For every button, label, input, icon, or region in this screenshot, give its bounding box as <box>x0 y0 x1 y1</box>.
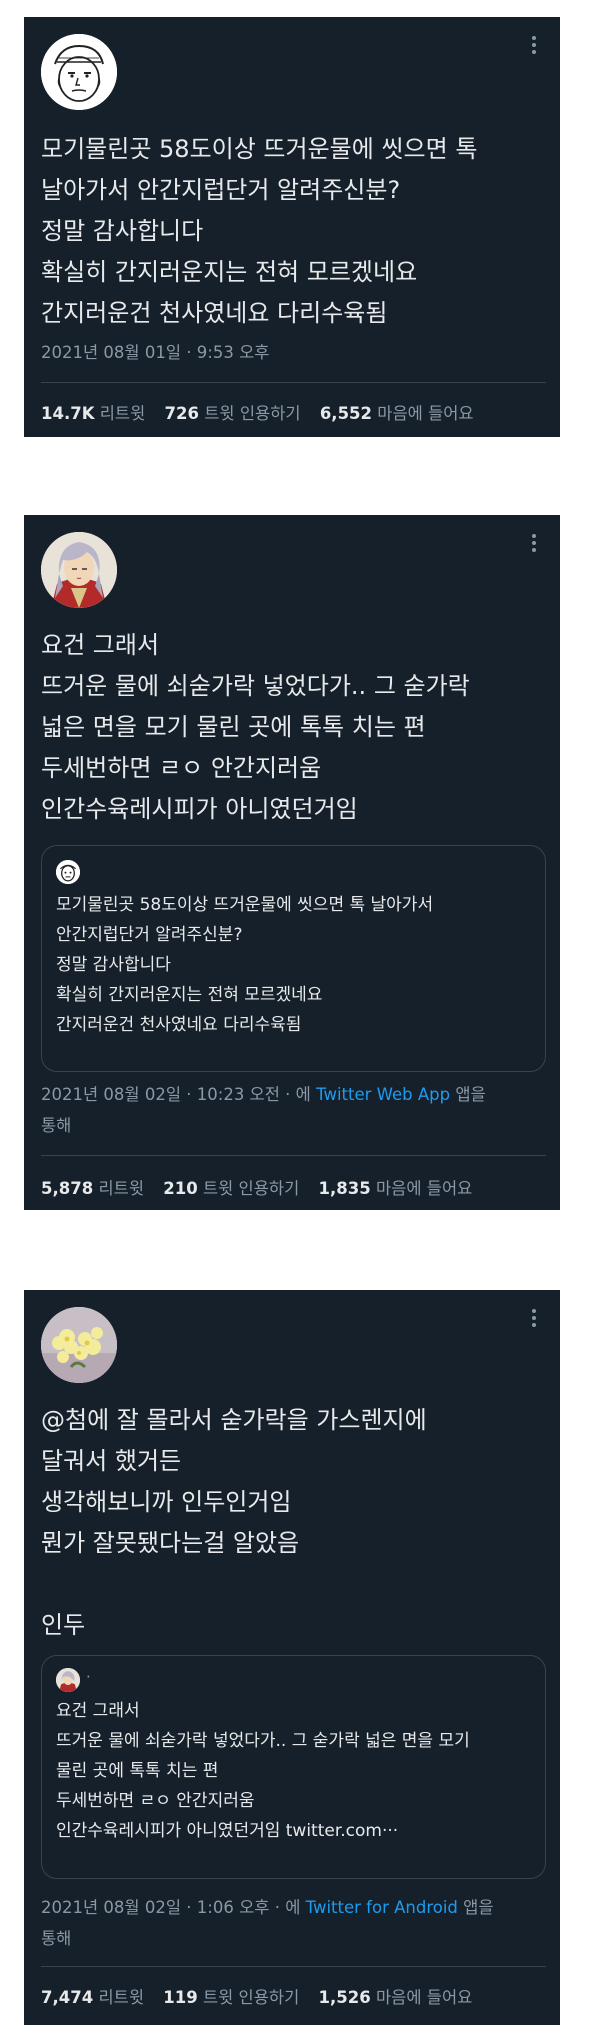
more-options-icon[interactable] <box>524 35 544 55</box>
quoted-line: 모기물린곳 58도이상 뜨거운물에 씻으면 톡 날아가서 <box>56 895 434 915</box>
quoted-tweet[interactable]: 모기물린곳 58도이상 뜨거운물에 씻으면 톡 날아가서 안간지럽단거 알려주신… <box>41 845 546 1072</box>
tweet-line: 생각해보니까 인두인거임 <box>41 1488 292 1516</box>
tweet-line: 간지러운건 천사였네요 다리수육됨 <box>41 299 388 327</box>
tweet-time[interactable]: 9:53 오후 <box>197 343 270 362</box>
tweet-line: @첨에 잘 몰라서 숟가락을 가스렌지에 <box>41 1406 427 1434</box>
tweet-line: 정말 감사합니다 <box>41 217 204 245</box>
quoted-avatar-sketch-face <box>56 860 80 884</box>
quoted-line: 안간지럽단거 알려주신분? <box>56 925 243 945</box>
quoted-line: 정말 감사합니다 <box>56 955 171 975</box>
anime-character-icon <box>56 1668 80 1692</box>
via-prefix: 에 <box>285 1898 301 1917</box>
quoted-author-dot: · <box>86 1668 91 1686</box>
tweet-timestamp: 2021년 08월 01일 · 9:53 오후 <box>41 343 270 362</box>
more-options-icon[interactable] <box>524 1308 544 1328</box>
avatar-flowers[interactable] <box>41 1307 117 1383</box>
tweet-time[interactable]: 10:23 오전 <box>197 1085 280 1104</box>
tweet-text: 모기물린곳 58도이상 뜨거운물에 씻으면 톡 날아가서 안간지럽단거 알려주신… <box>41 129 546 334</box>
tweet-line: 뜨거운 물에 쇠숟가락 넣었다가.. 그 숟가락 <box>41 672 470 700</box>
quotes-stat[interactable]: 210 트윗 인용하기 <box>163 1179 299 1198</box>
yellow-flowers-icon <box>41 1307 117 1383</box>
tweet-line: 달궈서 했거든 <box>41 1447 182 1475</box>
via-suffix: 앱을 <box>455 1085 486 1104</box>
tweet-line: 두세번하면 ㄹㅇ 안간지러움 <box>41 754 322 782</box>
tweet-date[interactable]: 2021년 08월 01일 <box>41 343 181 362</box>
avatar-sketch-face[interactable] <box>41 34 117 110</box>
tweet-card-1: 모기물린곳 58도이상 뜨거운물에 씻으면 톡 날아가서 안간지럽단거 알려주신… <box>24 17 560 437</box>
quoted-text: 요건 그래서 뜨거운 물에 쇠숟가락 넣었다가.. 그 숟가락 넓은 면을 모기… <box>56 1696 535 1846</box>
quoted-line: 인간수육레시피가 아니였던거임 twitter.com··· <box>56 1821 399 1841</box>
tweet-stats: 14.7K 리트윗 726 트윗 인용하기 6,552 마음에 들어요 <box>41 400 546 424</box>
tweet-line: 날아가서 안간지럽단거 알려주신분? <box>41 176 401 204</box>
tweet-stats: 5,878 리트윗 210 트윗 인용하기 1,835 마음에 들어요 <box>41 1175 546 1199</box>
tweet-line: 뭔가 잘못됐다는걸 알았음 <box>41 1529 300 1557</box>
tweet-date[interactable]: 2021년 08월 02일 <box>41 1085 181 1104</box>
tweet-line: 모기물린곳 58도이상 뜨거운물에 씻으면 톡 <box>41 135 478 163</box>
tweet-date[interactable]: 2021년 08월 02일 <box>41 1898 181 1917</box>
via-line2: 통해 <box>41 1116 72 1135</box>
quoted-line: 물린 곳에 톡톡 치는 편 <box>56 1761 219 1781</box>
likes-stat[interactable]: 1,835 마음에 들어요 <box>319 1179 473 1198</box>
tweet-timestamp: 2021년 08월 02일 · 1:06 오후 · 에 Twitter for … <box>41 1892 546 1954</box>
tweet-text: 요건 그래서 뜨거운 물에 쇠숟가락 넣었다가.. 그 숟가락 넓은 면을 모기… <box>41 625 546 830</box>
divider <box>41 1155 546 1156</box>
anime-character-icon <box>41 532 117 608</box>
tweet-line: 요건 그래서 <box>41 631 160 659</box>
quoted-line: 확실히 간지러운지는 전혀 모르겠네요 <box>56 985 323 1005</box>
avatar-anime-character[interactable] <box>41 532 117 608</box>
quoted-line: 요건 그래서 <box>56 1701 140 1721</box>
divider <box>41 382 546 383</box>
tweet-line: 넓은 면을 모기 물린 곳에 톡톡 치는 편 <box>41 713 426 741</box>
quoted-avatar-anime-character <box>56 1668 80 1692</box>
retweets-stat[interactable]: 14.7K 리트윗 <box>41 404 145 423</box>
tweet-line <box>41 1564 546 1605</box>
tweet-card-2: 요건 그래서 뜨거운 물에 쇠숟가락 넣었다가.. 그 숟가락 넓은 면을 모기… <box>24 515 560 1210</box>
tweet-timestamp: 2021년 08월 02일 · 10:23 오전 · 에 Twitter Web… <box>41 1079 546 1141</box>
quoted-tweet[interactable]: · 요건 그래서 뜨거운 물에 쇠숟가락 넣었다가.. 그 숟가락 넓은 면을 … <box>41 1655 546 1879</box>
likes-stat[interactable]: 1,526 마음에 들어요 <box>319 1988 473 2007</box>
tweet-stats: 7,474 리트윗 119 트윗 인용하기 1,526 마음에 들어요 <box>41 1984 546 2008</box>
quoted-line: 간지러운건 천사였네요 다리수육됨 <box>56 1015 302 1035</box>
retweets-stat[interactable]: 7,474 리트윗 <box>41 1988 144 2007</box>
sketch-face-icon <box>56 860 80 884</box>
quotes-stat[interactable]: 726 트윗 인용하기 <box>165 404 301 423</box>
tweet-line: 인간수육레시피가 아니였던거임 <box>41 795 358 823</box>
tweet-time[interactable]: 1:06 오후 <box>197 1898 270 1917</box>
quoted-text: 모기물린곳 58도이상 뜨거운물에 씻으면 톡 날아가서 안간지럽단거 알려주신… <box>56 890 535 1040</box>
quoted-line: 두세번하면 ㄹㅇ 안간지러움 <box>56 1791 255 1811</box>
via-prefix: 에 <box>295 1085 311 1104</box>
tweet-card-3: @첨에 잘 몰라서 숟가락을 가스렌지에 달궈서 했거든 생각해보니까 인두인거… <box>24 1290 560 2025</box>
quotes-stat[interactable]: 119 트윗 인용하기 <box>163 1988 299 2007</box>
source-app-link[interactable]: Twitter for Android <box>306 1898 458 1917</box>
tweet-line: 확실히 간지러운지는 전혀 모르겠네요 <box>41 258 418 286</box>
source-app-link[interactable]: Twitter Web App <box>316 1085 450 1104</box>
likes-stat[interactable]: 6,552 마음에 들어요 <box>320 404 474 423</box>
retweets-stat[interactable]: 5,878 리트윗 <box>41 1179 144 1198</box>
via-suffix: 앱을 <box>463 1898 494 1917</box>
quoted-line: 뜨거운 물에 쇠숟가락 넣었다가.. 그 숟가락 넓은 면을 모기 <box>56 1731 470 1751</box>
more-options-icon[interactable] <box>524 533 544 553</box>
divider <box>41 1966 546 1967</box>
tweet-text: @첨에 잘 몰라서 숟가락을 가스렌지에 달궈서 했거든 생각해보니까 인두인거… <box>41 1400 546 1646</box>
tweet-line: 인두 <box>41 1611 86 1639</box>
via-line2: 통해 <box>41 1929 72 1948</box>
sketch-face-icon <box>41 34 117 110</box>
